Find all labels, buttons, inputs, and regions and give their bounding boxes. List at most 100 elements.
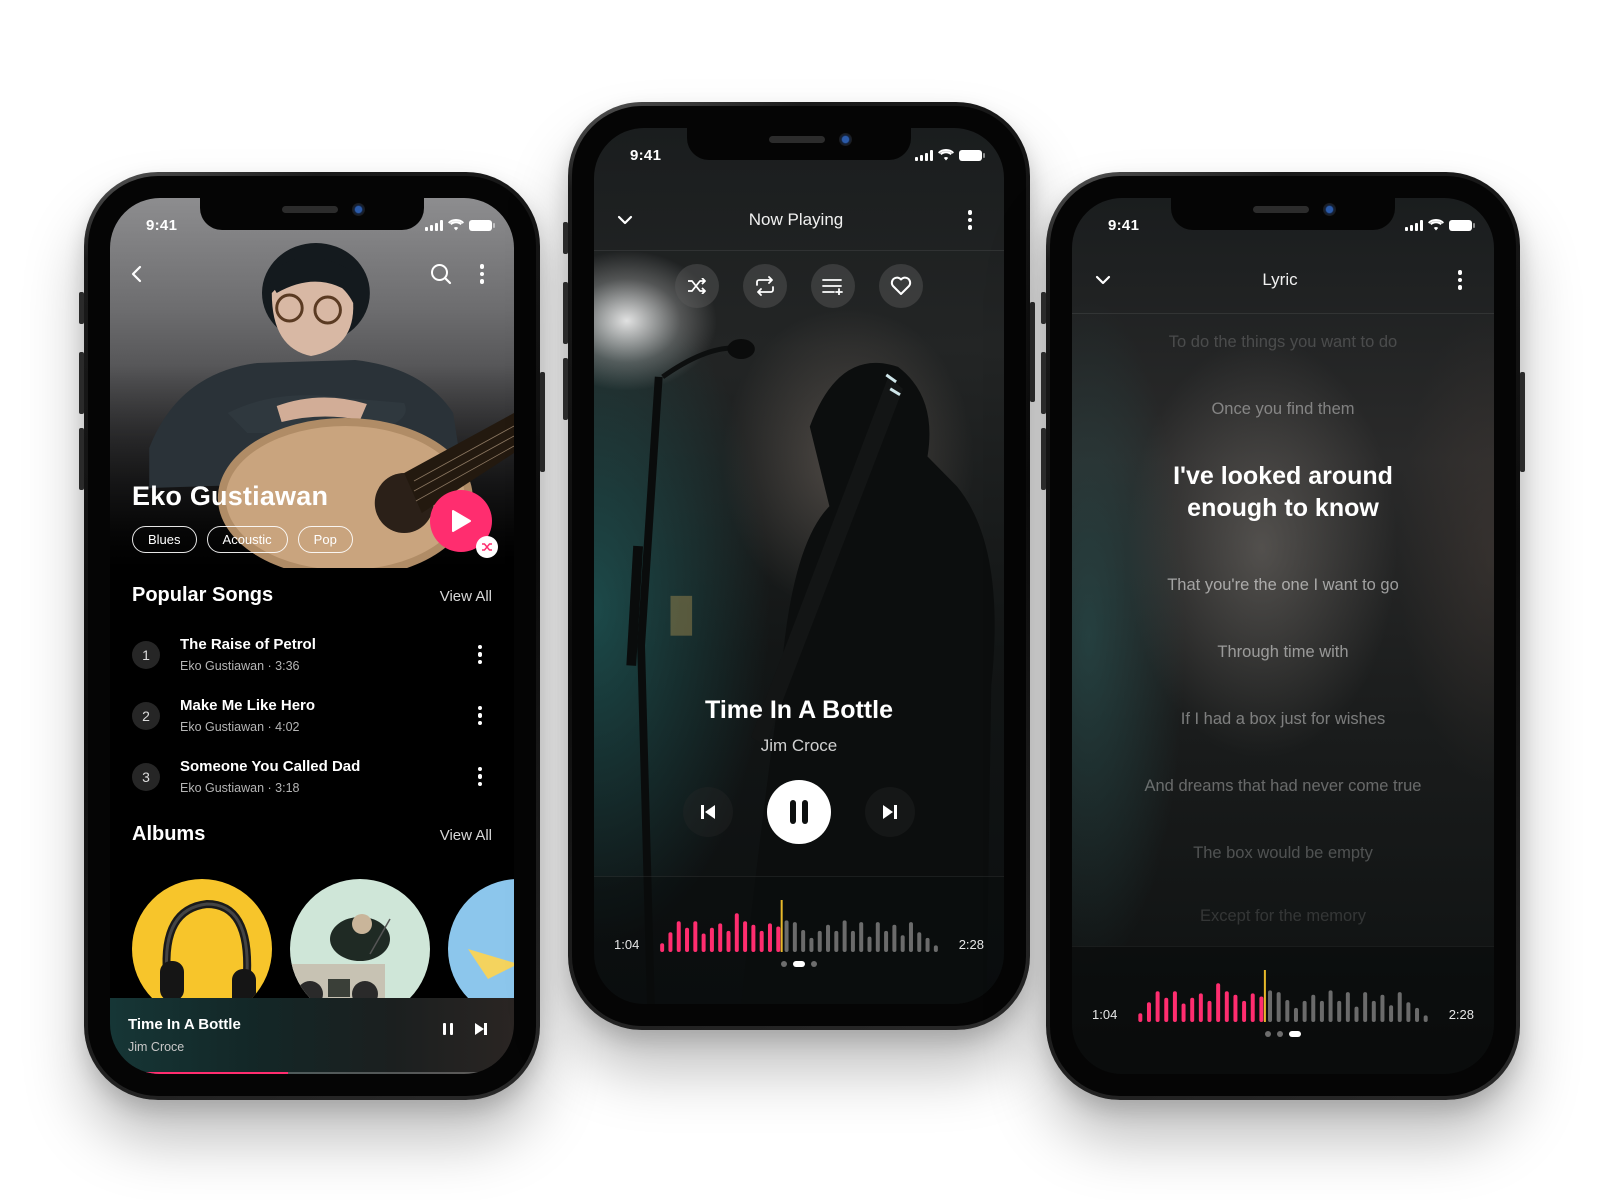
genre-chip[interactable]: Blues bbox=[132, 526, 197, 553]
waveform-bar bbox=[892, 924, 897, 952]
skip-previous-icon bbox=[701, 805, 715, 819]
header-title: Now Playing bbox=[748, 210, 844, 229]
previous-button[interactable] bbox=[683, 787, 733, 837]
lyric-line[interactable]: The box would be empty bbox=[1072, 844, 1494, 863]
waveform-bar bbox=[908, 922, 913, 952]
page-dot[interactable] bbox=[781, 961, 787, 967]
waveform-bar bbox=[1371, 1000, 1376, 1022]
more-options-button[interactable] bbox=[470, 262, 494, 286]
lyric-line-current[interactable]: I've looked around enough to know bbox=[1072, 460, 1494, 524]
chevron-down-icon bbox=[617, 215, 633, 225]
genre-chip[interactable]: Acoustic bbox=[206, 526, 288, 553]
page-dot[interactable] bbox=[1265, 1031, 1271, 1037]
page-dot[interactable] bbox=[1277, 1031, 1283, 1037]
waveform-bar bbox=[718, 923, 723, 952]
more-options-button[interactable] bbox=[1448, 268, 1472, 292]
song-row[interactable]: 3 Someone You Called Dad Eko Gustiawan ·… bbox=[132, 746, 492, 807]
mini-player-progress-bar[interactable] bbox=[110, 1072, 514, 1074]
next-button[interactable] bbox=[865, 787, 915, 837]
search-button[interactable] bbox=[430, 263, 452, 285]
total-duration: 2:28 bbox=[958, 937, 984, 952]
pause-icon bbox=[790, 800, 808, 824]
shuffle-button[interactable] bbox=[675, 264, 719, 308]
genre-tags: Blues Acoustic Pop bbox=[132, 526, 353, 553]
skip-next-icon bbox=[883, 805, 897, 819]
signal-icon bbox=[425, 219, 443, 231]
lyric-line[interactable]: That you're the one I want to go bbox=[1072, 576, 1494, 595]
song-options-button[interactable] bbox=[468, 704, 492, 728]
lyric-line[interactable]: To do the things you want to do bbox=[1072, 333, 1494, 352]
song-row[interactable]: 2 Make Me Like Hero Eko Gustiawan · 4:02 bbox=[132, 685, 492, 746]
waveform-bar bbox=[1311, 994, 1316, 1022]
shuffle-badge[interactable] bbox=[476, 536, 498, 558]
song-number: 1 bbox=[132, 640, 160, 669]
add-to-queue-icon bbox=[822, 279, 843, 295]
divider bbox=[594, 250, 1004, 251]
page-dot[interactable] bbox=[1289, 1031, 1301, 1037]
song-row[interactable]: 1 The Raise of Petrol Eko Gustiawan · 3:… bbox=[132, 624, 492, 685]
lyric-line[interactable]: And dreams that had never come true bbox=[1072, 777, 1494, 796]
waveform-bar bbox=[1242, 1000, 1247, 1022]
mini-next-button[interactable] bbox=[474, 1022, 488, 1036]
song-options-button[interactable] bbox=[468, 765, 492, 789]
waveform-bar bbox=[1328, 990, 1333, 1022]
skip-next-icon bbox=[475, 1023, 487, 1035]
repeat-icon bbox=[756, 276, 774, 296]
waveform-bar bbox=[1363, 992, 1368, 1022]
waveform-bar bbox=[1224, 991, 1229, 1022]
status-time: 9:41 bbox=[1108, 216, 1140, 234]
mini-player-progress-fill bbox=[110, 1072, 288, 1074]
pause-button[interactable] bbox=[767, 780, 831, 844]
waveform-bar bbox=[809, 937, 814, 952]
playhead[interactable] bbox=[1263, 970, 1266, 1022]
collapse-button[interactable] bbox=[1094, 274, 1112, 286]
genre-chip[interactable]: Pop bbox=[297, 526, 353, 553]
waveform-bar bbox=[1293, 1007, 1298, 1022]
chevron-left-icon bbox=[131, 265, 142, 283]
play-artist-button[interactable] bbox=[430, 490, 498, 558]
lyric-line[interactable]: Through time with bbox=[1072, 643, 1494, 662]
popular-songs-list: 1 The Raise of Petrol Eko Gustiawan · 3:… bbox=[132, 624, 492, 807]
elapsed-time: 1:04 bbox=[1092, 1007, 1118, 1022]
waveform-bar bbox=[826, 924, 831, 952]
waveform-bar bbox=[1319, 1000, 1324, 1022]
waveform-bar bbox=[884, 930, 889, 952]
seek-bar-row: 1:04 2:28 bbox=[1072, 970, 1494, 1022]
playhead[interactable] bbox=[780, 900, 783, 952]
mini-player-title: Time In A Bottle bbox=[128, 1016, 241, 1033]
song-options-button[interactable] bbox=[468, 643, 492, 667]
waveform-bar bbox=[709, 927, 714, 952]
lyric-line[interactable]: Except for the memory bbox=[1072, 907, 1494, 926]
waveform-bar bbox=[933, 945, 938, 952]
page-dot[interactable] bbox=[793, 961, 805, 967]
view-all-albums-link[interactable]: View All bbox=[440, 827, 492, 844]
waveform-bar bbox=[660, 943, 665, 952]
collapse-button[interactable] bbox=[616, 214, 634, 226]
waveform-bar bbox=[1389, 1005, 1394, 1022]
waveform-bar bbox=[1354, 1006, 1359, 1022]
waveform-bar bbox=[1302, 1000, 1307, 1022]
page-indicator bbox=[594, 961, 1004, 967]
waveform-bar bbox=[850, 930, 855, 952]
waveform-bar bbox=[734, 913, 739, 952]
view-all-songs-link[interactable]: View All bbox=[440, 588, 492, 605]
header-title: Lyric bbox=[1262, 270, 1298, 289]
wifi-icon bbox=[448, 219, 464, 231]
waveform-seek-bar[interactable] bbox=[658, 900, 940, 952]
add-to-queue-button[interactable] bbox=[811, 264, 855, 308]
track-actions bbox=[594, 264, 1004, 308]
waveform-bar bbox=[693, 921, 698, 952]
repeat-button[interactable] bbox=[743, 264, 787, 308]
favorite-button[interactable] bbox=[879, 264, 923, 308]
back-button[interactable] bbox=[130, 265, 144, 283]
waveform-bar bbox=[701, 933, 706, 952]
lyric-line[interactable]: If I had a box just for wishes bbox=[1072, 710, 1494, 729]
page-dot[interactable] bbox=[811, 961, 817, 967]
mini-player[interactable]: Time In A Bottle Jim Croce bbox=[110, 998, 514, 1074]
waveform-bar bbox=[801, 930, 806, 952]
lyric-line[interactable]: Once you find them bbox=[1072, 400, 1494, 419]
song-artist: Jim Croce bbox=[760, 736, 838, 755]
more-options-button[interactable] bbox=[958, 208, 982, 232]
waveform-seek-bar[interactable] bbox=[1136, 970, 1430, 1022]
mini-pause-button[interactable] bbox=[442, 1022, 454, 1036]
